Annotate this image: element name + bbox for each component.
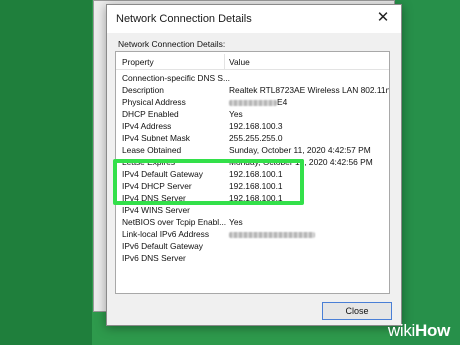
row-property: Physical Address [122, 97, 186, 107]
table-row[interactable]: IPv6 DNS Server [116, 252, 389, 264]
table-row[interactable]: Physical Address E4 [116, 96, 389, 108]
table-row[interactable]: IPv4 Address 192.168.100.3 [116, 120, 389, 132]
row-property: Description [122, 85, 164, 95]
table-row[interactable]: IPv4 WINS Server [116, 204, 389, 216]
row-value: Realtek RTL8723AE Wireless LAN 802.11n P [229, 85, 390, 95]
redacted-ipv6 [229, 231, 315, 238]
header-divider [116, 69, 389, 70]
table-row[interactable]: IPv6 Default Gateway [116, 240, 389, 252]
row-property: Link-local IPv6 Address [122, 229, 210, 239]
redacted-mac [229, 99, 277, 106]
close-button[interactable]: Close [322, 302, 392, 320]
wikihow-watermark: wikiHow [388, 321, 450, 341]
mac-suffix: E4 [277, 97, 288, 107]
row-property: IPv4 WINS Server [122, 205, 190, 215]
column-divider[interactable] [224, 54, 225, 69]
row-value: 255.255.255.0 [229, 133, 283, 143]
row-value [229, 228, 315, 240]
row-property: DHCP Enabled [122, 109, 179, 119]
table-row[interactable]: Connection-specific DNS S... [116, 72, 389, 84]
row-property: NetBIOS over Tcpip Enabl... [122, 217, 227, 227]
row-value: Sunday, October 11, 2020 4:42:57 PM [229, 145, 371, 155]
row-value: Yes [229, 109, 243, 119]
column-header-property[interactable]: Property [122, 56, 154, 68]
row-property: IPv6 Default Gateway [122, 241, 203, 251]
watermark-wiki: wiki [387, 321, 416, 340]
title-bar: Network Connection Details ✕ [107, 5, 401, 33]
section-label: Network Connection Details: [118, 39, 226, 49]
row-value: Yes [229, 217, 243, 227]
close-icon[interactable]: ✕ [373, 8, 393, 28]
table-row[interactable]: IPv4 Subnet Mask 255.255.255.0 [116, 132, 389, 144]
column-header-value[interactable]: Value [229, 56, 250, 68]
table-row[interactable]: Description Realtek RTL8723AE Wireless L… [116, 84, 389, 96]
row-value: E4 [229, 96, 287, 108]
row-property: Lease Obtained [122, 145, 182, 155]
highlight-box [113, 159, 304, 205]
table-row[interactable]: Lease Obtained Sunday, October 11, 2020 … [116, 144, 389, 156]
row-property: IPv4 Subnet Mask [122, 133, 190, 143]
row-property: Connection-specific DNS S... [122, 73, 230, 83]
dialog-title: Network Connection Details [116, 13, 252, 25]
table-header: Property Value [116, 56, 389, 68]
table-row[interactable]: DHCP Enabled Yes [116, 108, 389, 120]
background-left [0, 0, 92, 345]
table-row[interactable]: Link-local IPv6 Address [116, 228, 389, 240]
row-property: IPv4 Address [122, 121, 172, 131]
row-property: IPv6 DNS Server [122, 253, 186, 263]
watermark-how: How [415, 321, 450, 340]
row-value: 192.168.100.3 [229, 121, 283, 131]
table-row[interactable]: NetBIOS over Tcpip Enabl... Yes [116, 216, 389, 228]
